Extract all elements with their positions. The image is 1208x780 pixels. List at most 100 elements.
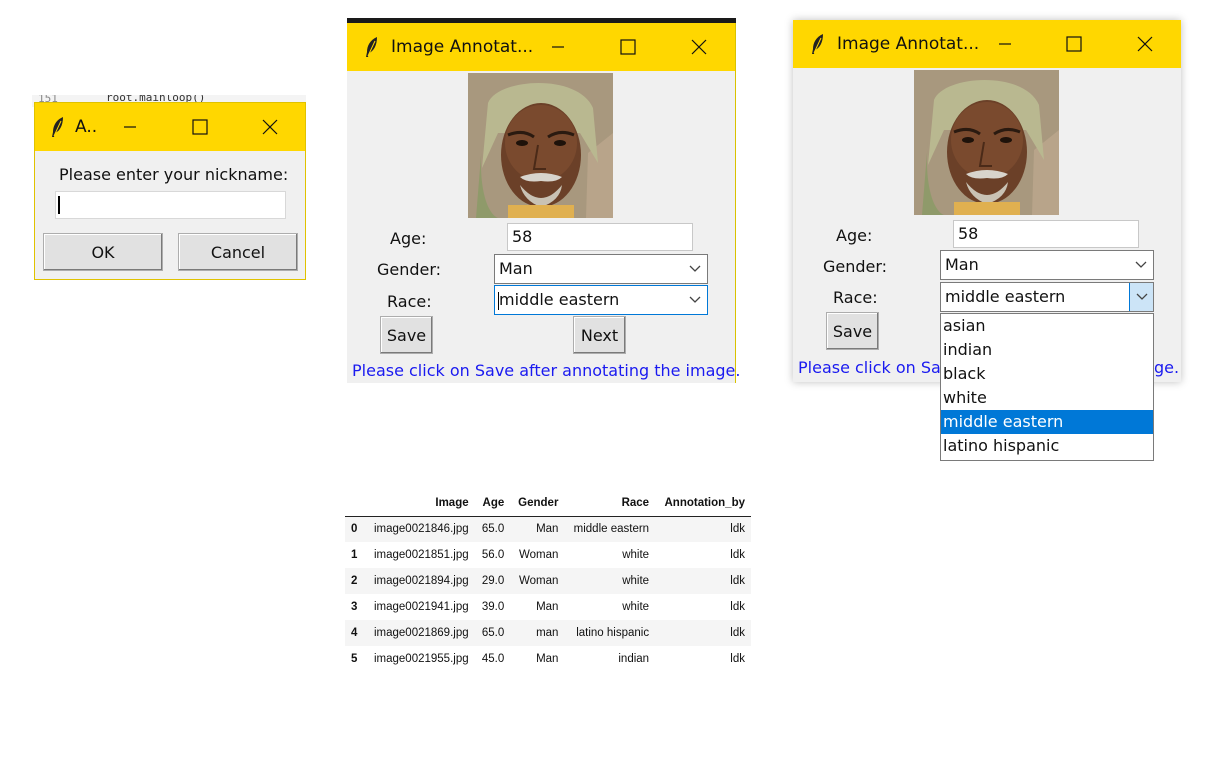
chevron-down-icon[interactable] bbox=[1129, 251, 1153, 279]
table-cell: Woman bbox=[519, 549, 559, 561]
column-header: Annotation_by bbox=[664, 496, 746, 509]
maximize-icon bbox=[620, 39, 636, 55]
ok-button[interactable]: OK bbox=[43, 233, 163, 271]
close-button[interactable] bbox=[676, 23, 722, 71]
gender-combobox[interactable]: Man bbox=[494, 254, 708, 284]
face-image bbox=[914, 70, 1059, 215]
column-header: Age bbox=[482, 496, 505, 509]
window-title: Image Annotat... bbox=[837, 34, 980, 54]
table-cell: Man bbox=[536, 523, 559, 536]
maximize-button[interactable] bbox=[605, 23, 651, 71]
table-cell: 65.0 bbox=[481, 627, 505, 639]
table-cell: image0021869.jpg bbox=[373, 627, 469, 639]
table-cell: ldk bbox=[730, 523, 745, 536]
race-dropdown-list[interactable]: asian indian black white middle eastern latin… bbox=[940, 313, 1154, 461]
maximize-icon bbox=[192, 119, 208, 135]
feather-icon bbox=[51, 116, 67, 138]
table-cell: white bbox=[622, 601, 650, 613]
table-cell: Man bbox=[536, 601, 559, 613]
column-header: Race bbox=[621, 496, 650, 509]
gender-label: Gender: bbox=[823, 257, 888, 276]
annotations-table: Image Age Gender Race Annotation_by 0 image00… bbox=[345, 490, 751, 672]
close-button[interactable] bbox=[1122, 20, 1168, 68]
table-cell: image0021941.jpg bbox=[373, 601, 469, 613]
nickname-dialog-titlebar[interactable]: A.. bbox=[35, 103, 305, 151]
table-cell: ldk bbox=[730, 575, 745, 587]
annotation-window-1-titlebar[interactable]: Image Annotat... bbox=[347, 23, 735, 71]
annotation-window-2-titlebar[interactable]: Image Annotat... bbox=[793, 20, 1181, 68]
table-row: 4 image0021869.jpg 65.0 man latino hispanic l… bbox=[345, 620, 751, 646]
chevron-down-icon[interactable] bbox=[1129, 283, 1153, 311]
table-cell: 29.0 bbox=[481, 575, 505, 587]
chevron-down-icon[interactable] bbox=[683, 286, 707, 314]
table-cell: indian bbox=[618, 653, 650, 665]
table-cell: 65.0 bbox=[481, 523, 505, 536]
dropdown-option[interactable]: latino hispanic bbox=[941, 434, 1153, 458]
minimize-button[interactable] bbox=[107, 103, 153, 151]
dropdown-option[interactable]: white bbox=[941, 386, 1153, 410]
maximize-button[interactable] bbox=[1051, 20, 1097, 68]
minimize-button[interactable] bbox=[982, 20, 1028, 68]
row-index: 1 bbox=[351, 549, 358, 561]
status-message-right: ge. bbox=[1154, 358, 1180, 377]
gender-value: Man bbox=[945, 255, 979, 274]
table-cell: man bbox=[536, 627, 559, 639]
table-cell: ldk bbox=[730, 601, 745, 613]
table-cell: 56.0 bbox=[481, 549, 505, 561]
nickname-input[interactable] bbox=[55, 191, 286, 219]
close-icon bbox=[691, 39, 707, 55]
row-index: 0 bbox=[351, 523, 358, 536]
minimize-icon bbox=[552, 46, 564, 48]
table-cell: image0021846.jpg bbox=[373, 523, 469, 536]
text-cursor bbox=[58, 196, 60, 214]
table-cell: white bbox=[622, 575, 650, 587]
row-index: 5 bbox=[351, 653, 358, 665]
race-value: middle eastern bbox=[945, 287, 1066, 306]
race-label: Race: bbox=[387, 292, 432, 311]
nickname-dialog: A.. Please enter your nickname: OK Cance… bbox=[34, 102, 306, 280]
table-cell: middle eastern bbox=[573, 523, 650, 536]
cancel-button[interactable]: Cancel bbox=[178, 233, 298, 271]
chevron-down-icon[interactable] bbox=[683, 255, 707, 283]
dropdown-option[interactable]: asian bbox=[941, 314, 1153, 338]
row-index: 4 bbox=[351, 627, 358, 639]
dropdown-option[interactable]: middle eastern bbox=[941, 410, 1153, 434]
feather-icon bbox=[365, 36, 381, 58]
table-row: 0 image0021846.jpg 65.0 Man middle eastern ld… bbox=[345, 516, 751, 542]
gender-combobox[interactable]: Man bbox=[940, 250, 1154, 280]
status-message-left: Please click on Sa bbox=[798, 358, 941, 377]
dropdown-option[interactable]: black bbox=[941, 362, 1153, 386]
window-title: A.. bbox=[75, 117, 98, 137]
maximize-button[interactable] bbox=[177, 103, 223, 151]
age-label: Age: bbox=[836, 226, 873, 245]
race-combobox[interactable]: middle eastern bbox=[940, 282, 1154, 312]
text-cursor bbox=[498, 292, 499, 310]
race-combobox[interactable]: middle eastern bbox=[494, 285, 708, 315]
save-button[interactable]: Save bbox=[380, 316, 433, 354]
minimize-icon bbox=[124, 126, 136, 128]
dropdown-option[interactable]: indian bbox=[941, 338, 1153, 362]
table-cell: Woman bbox=[519, 575, 559, 587]
table-row: 3 image0021941.jpg 39.0 Man white ldk bbox=[345, 594, 751, 620]
table-row: 1 image0021851.jpg 56.0 Woman white ldk bbox=[345, 542, 751, 568]
table-cell: ldk bbox=[730, 627, 745, 639]
age-input[interactable]: 58 bbox=[953, 220, 1139, 248]
table-row: 5 image0021955.jpg 45.0 Man indian ldk bbox=[345, 646, 751, 672]
close-button[interactable] bbox=[247, 103, 293, 151]
table-cell: white bbox=[622, 549, 650, 561]
face-image bbox=[468, 73, 613, 218]
row-index: 2 bbox=[351, 575, 358, 587]
table-cell: latino hispanic bbox=[576, 627, 650, 639]
age-input[interactable]: 58 bbox=[507, 223, 693, 251]
maximize-icon bbox=[1066, 36, 1082, 52]
save-button[interactable]: Save bbox=[826, 312, 879, 350]
table-cell: 39.0 bbox=[481, 601, 505, 613]
table-header-row: Image Age Gender Race Annotation_by bbox=[345, 490, 751, 516]
table-cell: image0021955.jpg bbox=[373, 653, 469, 665]
minimize-button[interactable] bbox=[535, 23, 581, 71]
column-header: Gender bbox=[518, 496, 559, 509]
gender-value: Man bbox=[499, 259, 533, 278]
minimize-icon bbox=[999, 43, 1011, 45]
table-cell: 45.0 bbox=[481, 653, 505, 665]
next-button[interactable]: Next bbox=[573, 316, 626, 354]
